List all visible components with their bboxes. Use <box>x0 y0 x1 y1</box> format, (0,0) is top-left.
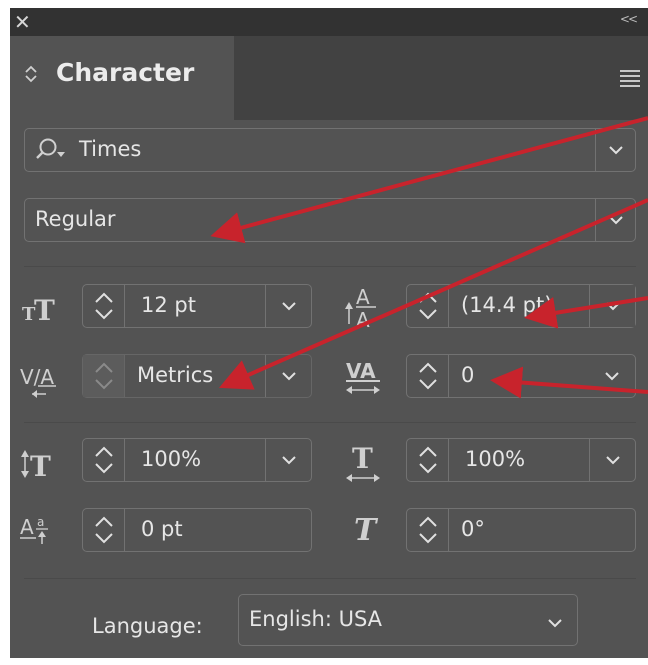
arrow-to-leading <box>524 296 648 329</box>
arrow-to-tracking <box>490 366 648 399</box>
arrow-to-font-style <box>210 116 648 244</box>
annotation-arrows <box>210 116 648 399</box>
arrow-to-kerning <box>219 198 648 390</box>
